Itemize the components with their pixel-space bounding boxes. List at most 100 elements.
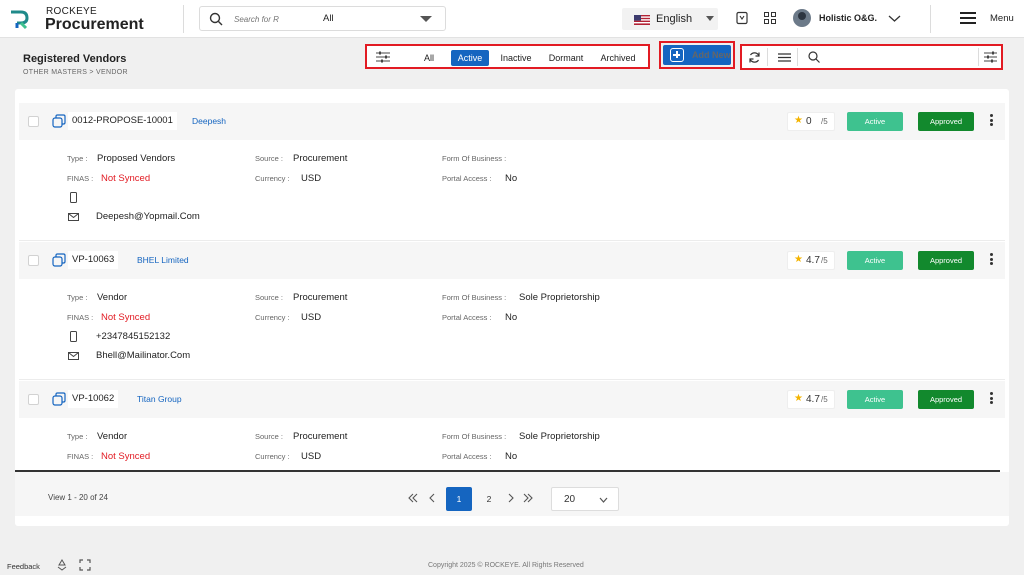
divider	[183, 5, 184, 33]
phone-icon	[70, 331, 77, 342]
search-icon	[808, 51, 820, 63]
rating-value: 4.7	[806, 394, 820, 405]
finas-label: FINAS :	[67, 452, 94, 461]
mail-icon	[68, 352, 79, 360]
feedback-link[interactable]: Feedback	[7, 562, 40, 571]
currency-label: Currency :	[255, 174, 290, 183]
list-search[interactable]	[802, 48, 977, 66]
filter-settings-icon[interactable]	[376, 51, 390, 63]
rating-max: /5	[821, 117, 828, 126]
list-toolbar	[740, 44, 1003, 70]
menu-label[interactable]: Menu	[990, 13, 1014, 24]
approval-badge: Approved	[918, 390, 974, 409]
portal-access-value: No	[505, 312, 518, 323]
refresh-button[interactable]	[742, 48, 768, 66]
vendor-name-link[interactable]: Deepesh	[192, 116, 226, 126]
prev-page-icon[interactable]	[427, 493, 437, 503]
next-page-icon[interactable]	[506, 493, 516, 503]
hamburger-menu-icon[interactable]	[960, 11, 976, 25]
portal-access-label: Portal Access :	[442, 174, 492, 183]
global-search-input[interactable]	[234, 12, 304, 26]
currency-label: Currency :	[255, 452, 290, 461]
vendor-card[interactable]: 0012-PROPOSE-10001 Deepesh ★ 0/5 Active Appro…	[19, 103, 1005, 241]
page-2[interactable]: 2	[476, 487, 502, 511]
language-label: English	[656, 13, 693, 25]
language-selector[interactable]: English	[622, 8, 718, 30]
bookmark-icon[interactable]	[735, 11, 749, 25]
more-options-icon[interactable]	[988, 253, 994, 267]
avatar[interactable]	[793, 9, 811, 27]
vendor-card[interactable]: VP-10062 Titan Group ★ 4.7/5 Active Approved T…	[19, 381, 1005, 461]
vendor-name-link[interactable]: Titan Group	[137, 394, 182, 404]
list-view-button[interactable]	[772, 48, 798, 66]
vendor-card-header: VP-10062 Titan Group ★ 4.7/5 Active Approved	[19, 381, 1005, 418]
type-value: Proposed Vendors	[97, 153, 176, 164]
plus-icon	[670, 48, 684, 62]
more-options-icon[interactable]	[988, 392, 994, 406]
org-name[interactable]: Holistic O&G.	[819, 13, 877, 23]
currency-value: USD	[301, 173, 322, 184]
row-checkbox[interactable]	[28, 255, 39, 266]
tab-dormant[interactable]: Dormant	[545, 50, 587, 66]
refresh-icon	[749, 52, 760, 63]
fullscreen-icon[interactable]	[79, 559, 91, 571]
list-search-input[interactable]	[826, 50, 971, 64]
list-icon	[778, 53, 791, 62]
approval-badge: Approved	[918, 251, 974, 270]
chevron-down-icon	[706, 16, 714, 21]
chevron-down-icon	[599, 497, 608, 503]
source-value: Procurement	[293, 292, 348, 303]
recycle-icon[interactable]	[56, 559, 68, 571]
divider	[930, 5, 931, 33]
copyright: Copyright 2025 © ROCKEYE. All Rights Res…	[428, 562, 584, 569]
portal-access-value: No	[505, 451, 518, 461]
vendor-name-link[interactable]: BHEL Limited	[137, 255, 189, 265]
tab-all[interactable]: All	[417, 50, 441, 66]
advanced-filter-button[interactable]	[978, 48, 1001, 66]
first-page-icon[interactable]	[408, 493, 418, 503]
email-value: Bhell@Mailinator.Com	[96, 350, 191, 361]
search-scope-select[interactable]: All	[313, 10, 444, 27]
vendor-list[interactable]: 0012-PROPOSE-10001 Deepesh ★ 0/5 Active Appro…	[19, 103, 1005, 461]
tab-archived[interactable]: Archived	[597, 50, 639, 66]
source-label: Source :	[255, 293, 283, 302]
finas-value: Not Synced	[101, 173, 151, 184]
copy-icon[interactable]	[52, 253, 66, 267]
vendor-code: VP-10062	[68, 390, 119, 408]
add-new-button[interactable]: Add New	[663, 45, 731, 65]
page-1[interactable]: 1	[446, 487, 472, 511]
vendor-card[interactable]: VP-10063 BHEL Limited ★ 4.7/5 Active Approved…	[19, 242, 1005, 380]
last-page-icon[interactable]	[523, 493, 533, 503]
page-title: Registered Vendors	[23, 53, 127, 65]
apps-grid-icon[interactable]	[763, 11, 777, 25]
page-size-value: 20	[564, 494, 576, 505]
vendor-card-header: VP-10063 BHEL Limited ★ 4.7/5 Active Approved	[19, 242, 1005, 279]
currency-value: USD	[301, 451, 322, 461]
currency-label: Currency :	[255, 313, 290, 322]
page-size-select[interactable]: 20	[551, 487, 619, 511]
type-label: Type :	[67, 293, 88, 302]
tab-inactive[interactable]: Inactive	[496, 50, 536, 66]
source-label: Source :	[255, 432, 283, 441]
vendor-rating: ★ 4.7/5	[787, 390, 835, 409]
breadcrumb: OTHER MASTERS > VENDOR	[23, 69, 128, 76]
finas-label: FINAS :	[67, 174, 94, 183]
copy-icon[interactable]	[52, 114, 66, 128]
add-new-highlight: Add New	[659, 41, 735, 69]
global-search: All	[199, 6, 446, 31]
tab-active[interactable]: Active	[451, 50, 489, 66]
search-icon[interactable]	[209, 12, 223, 26]
status-badge: Active	[847, 112, 903, 131]
row-checkbox[interactable]	[28, 116, 39, 127]
type-label: Type :	[67, 432, 88, 441]
star-icon: ★	[794, 115, 803, 126]
brand-product: Procurement	[45, 16, 144, 33]
more-options-icon[interactable]	[988, 114, 994, 128]
row-checkbox[interactable]	[28, 394, 39, 405]
portal-access-label: Portal Access :	[442, 452, 492, 461]
chevron-down-icon[interactable]	[888, 12, 901, 25]
phone-value: +2347845152132	[96, 331, 171, 342]
copy-icon[interactable]	[52, 392, 66, 406]
view-info: View 1 - 20 of 24	[48, 493, 108, 502]
form-of-business-value: Sole Proprietorship	[519, 431, 600, 442]
